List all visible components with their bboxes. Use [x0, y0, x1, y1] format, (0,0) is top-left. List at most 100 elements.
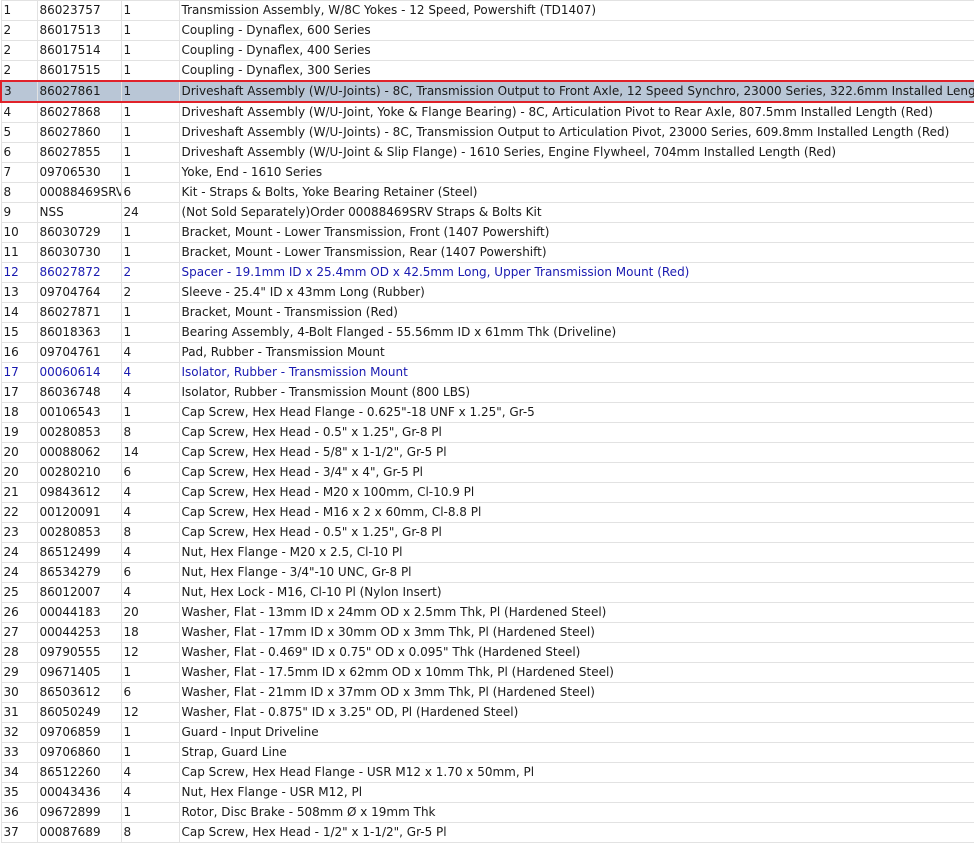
- table-row[interactable]: 6 86027855 1 Driveshaft Assembly (W/U-Joint…: [0, 142, 974, 163]
- table-row[interactable]: 19 00280853 8 Cap Screw, Hex Head - 0.5" x …: [0, 422, 974, 443]
- part-number-cell[interactable]: 00060614: [36, 362, 122, 383]
- part-number-cell: 00280853: [36, 422, 122, 443]
- table-row[interactable]: 17 86036748 4 Isolator, Rubber - Transmissi…: [0, 382, 974, 403]
- table-row[interactable]: 22 00120091 4 Cap Screw, Hex Head - M16 x 2…: [0, 502, 974, 523]
- description-cell: Sleeve - 25.4" ID x 43mm Long (Rubber): [178, 282, 974, 303]
- description-cell: Driveshaft Assembly (W/U-Joint, Yoke & F…: [178, 101, 974, 123]
- table-row[interactable]: 10 86030729 1 Bracket, Mount - Lower Transm…: [0, 222, 974, 243]
- table-row[interactable]: 16 09704761 4 Pad, Rubber - Transmission Mo…: [0, 342, 974, 363]
- table-row[interactable]: 7 09706530 1 Yoke, End - 1610 Series: [0, 162, 974, 183]
- table-row[interactable]: 28 09790555 12 Washer, Flat - 0.469" ID x 0…: [0, 642, 974, 663]
- part-number-cell: 00044253: [36, 622, 122, 643]
- qty-cell: 1: [120, 40, 180, 61]
- ref-cell: 8: [0, 182, 38, 203]
- description-cell: Nut, Hex Flange - USR M12, Pl: [178, 782, 974, 803]
- qty-cell: 1: [120, 142, 180, 163]
- part-number-cell: 86030729: [36, 222, 122, 243]
- table-row[interactable]: 23 00280853 8 Cap Screw, Hex Head - 0.5" x …: [0, 522, 974, 543]
- part-number-cell: 86027855: [36, 142, 122, 163]
- description-cell: Cap Screw, Hex Head - M16 x 2 x 60mm, Cl…: [178, 502, 974, 523]
- description-cell: Cap Screw, Hex Head - 0.5" x 1.25", Gr-8…: [178, 422, 974, 443]
- part-number-cell: 86027868: [36, 101, 122, 123]
- table-row[interactable]: 20 00280210 6 Cap Screw, Hex Head - 3/4" x …: [0, 462, 974, 483]
- table-row[interactable]: 2 86017515 1 Coupling - Dynaflex, 300 Serie…: [0, 60, 974, 82]
- ref-cell[interactable]: 12: [0, 262, 38, 283]
- qty-cell: 1: [120, 162, 180, 183]
- description-cell: Rotor, Disc Brake - 508mm Ø x 19mm Thk: [178, 802, 974, 823]
- qty-cell: 24: [120, 202, 180, 223]
- ref-cell: 6: [0, 142, 38, 163]
- table-row[interactable]: 27 00044253 18 Washer, Flat - 17mm ID x 30m…: [0, 622, 974, 643]
- qty-cell: 1: [120, 242, 180, 263]
- part-number-cell: 86027871: [36, 302, 122, 323]
- table-row[interactable]: 21 09843612 4 Cap Screw, Hex Head - M20 x 1…: [0, 482, 974, 503]
- table-row[interactable]: 2 86017513 1 Coupling - Dynaflex, 600 Serie…: [0, 20, 974, 41]
- table-row[interactable]: 12 86027872 2 Spacer - 19.1mm ID x 25.4mm O…: [0, 262, 974, 283]
- table-row[interactable]: 17 00060614 4 Isolator, Rubber - Transmissi…: [0, 362, 974, 383]
- ref-cell: 21: [0, 482, 38, 503]
- description-cell[interactable]: Spacer - 19.1mm ID x 25.4mm OD x 42.5mm …: [178, 262, 974, 283]
- description-cell: Cap Screw, Hex Head - 0.5" x 1.25", Gr-8…: [178, 522, 974, 543]
- part-number-cell: 00106543: [36, 402, 122, 423]
- table-row[interactable]: 20 00088062 14 Cap Screw, Hex Head - 5/8" x…: [0, 442, 974, 463]
- part-number-cell: 09843612: [36, 482, 122, 503]
- part-number-cell: 86027861: [36, 80, 122, 103]
- table-row[interactable]: 35 00043436 4 Nut, Hex Flange - USR M12, Pl: [0, 782, 974, 803]
- table-row[interactable]: 26 00044183 20 Washer, Flat - 13mm ID x 24m…: [0, 602, 974, 623]
- table-row[interactable]: 14 86027871 1 Bracket, Mount - Transmission…: [0, 302, 974, 323]
- table-row[interactable]: 24 86512499 4 Nut, Hex Flange - M20 x 2.5, …: [0, 542, 974, 563]
- qty-cell: 1: [120, 662, 180, 683]
- part-number-cell: 86012007: [36, 582, 122, 603]
- description-cell: Pad, Rubber - Transmission Mount: [178, 342, 974, 363]
- ref-cell: 2: [0, 40, 38, 61]
- table-row[interactable]: 5 86027860 1 Driveshaft Assembly (W/U-Joint…: [0, 122, 974, 143]
- description-cell: Kit - Straps & Bolts, Yoke Bearing Retai…: [178, 182, 974, 203]
- table-row[interactable]: 4 86027868 1 Driveshaft Assembly (W/U-Joint…: [0, 101, 974, 123]
- qty-cell[interactable]: 4: [120, 362, 180, 383]
- qty-cell: 1: [120, 322, 180, 343]
- table-row[interactable]: 33 09706860 1 Strap, Guard Line: [0, 742, 974, 763]
- qty-cell: 2: [120, 282, 180, 303]
- qty-cell[interactable]: 2: [120, 262, 180, 283]
- ref-cell: 33: [0, 742, 38, 763]
- part-number-cell[interactable]: 86027872: [36, 262, 122, 283]
- table-row[interactable]: 32 09706859 1 Guard - Input Driveline: [0, 722, 974, 743]
- table-row[interactable]: 2 86017514 1 Coupling - Dynaflex, 400 Serie…: [0, 40, 974, 61]
- table-row[interactable]: 24 86534279 6 Nut, Hex Flange - 3/4"-10 UNC…: [0, 562, 974, 583]
- table-row[interactable]: 15 86018363 1 Bearing Assembly, 4-Bolt Flan…: [0, 322, 974, 343]
- ref-cell: 2: [0, 60, 38, 82]
- qty-cell: 4: [120, 542, 180, 563]
- ref-cell: 30: [0, 682, 38, 703]
- qty-cell: 4: [120, 582, 180, 603]
- qty-cell: 1: [120, 122, 180, 143]
- ref-cell: 25: [0, 582, 38, 603]
- table-row[interactable]: 34 86512260 4 Cap Screw, Hex Head Flange - …: [0, 762, 974, 783]
- ref-cell: 14: [0, 302, 38, 323]
- qty-cell: 6: [120, 462, 180, 483]
- table-row[interactable]: 18 00106543 1 Cap Screw, Hex Head Flange - …: [0, 402, 974, 423]
- part-number-cell: 86027860: [36, 122, 122, 143]
- ref-cell: 9: [0, 202, 38, 223]
- qty-cell: 12: [120, 702, 180, 723]
- ref-cell: 23: [0, 522, 38, 543]
- table-row[interactable]: 25 86012007 4 Nut, Hex Lock - M16, Cl-10 Pl…: [0, 582, 974, 603]
- table-row[interactable]: 29 09671405 1 Washer, Flat - 17.5mm ID x 62…: [0, 662, 974, 683]
- ref-cell[interactable]: 17: [0, 362, 38, 383]
- ref-cell: 26: [0, 602, 38, 623]
- table-row[interactable]: 13 09704764 2 Sleeve - 25.4" ID x 43mm Long…: [0, 282, 974, 303]
- table-row[interactable]: 8 00088469SRV 6 Kit - Straps & Bolts, Yoke …: [0, 182, 974, 203]
- table-row[interactable]: 30 86503612 6 Washer, Flat - 21mm ID x 37mm…: [0, 682, 974, 703]
- part-number-cell: 09704761: [36, 342, 122, 363]
- qty-cell: 1: [120, 742, 180, 763]
- description-cell[interactable]: Isolator, Rubber - Transmission Mount: [178, 362, 974, 383]
- ref-cell: 28: [0, 642, 38, 663]
- table-row[interactable]: 9 NSS 24 (Not Sold Separately)Order 0008846…: [0, 202, 974, 223]
- description-cell: Washer, Flat - 17.5mm ID x 62mm OD x 10m…: [178, 662, 974, 683]
- part-number-cell: 86512499: [36, 542, 122, 563]
- ref-cell: 20: [0, 462, 38, 483]
- table-row[interactable]: 31 86050249 12 Washer, Flat - 0.875" ID x 3…: [0, 702, 974, 723]
- table-row[interactable]: 1 86023757 1 Transmission Assembly, W/8C Yo…: [0, 0, 974, 21]
- table-row[interactable]: 36 09672899 1 Rotor, Disc Brake - 508mm Ø x…: [0, 802, 974, 823]
- table-row[interactable]: 11 86030730 1 Bracket, Mount - Lower Transm…: [0, 242, 974, 263]
- table-row-selected[interactable]: 3 86027861 1 Driveshaft Assembly (W/U-Joint…: [0, 80, 974, 103]
